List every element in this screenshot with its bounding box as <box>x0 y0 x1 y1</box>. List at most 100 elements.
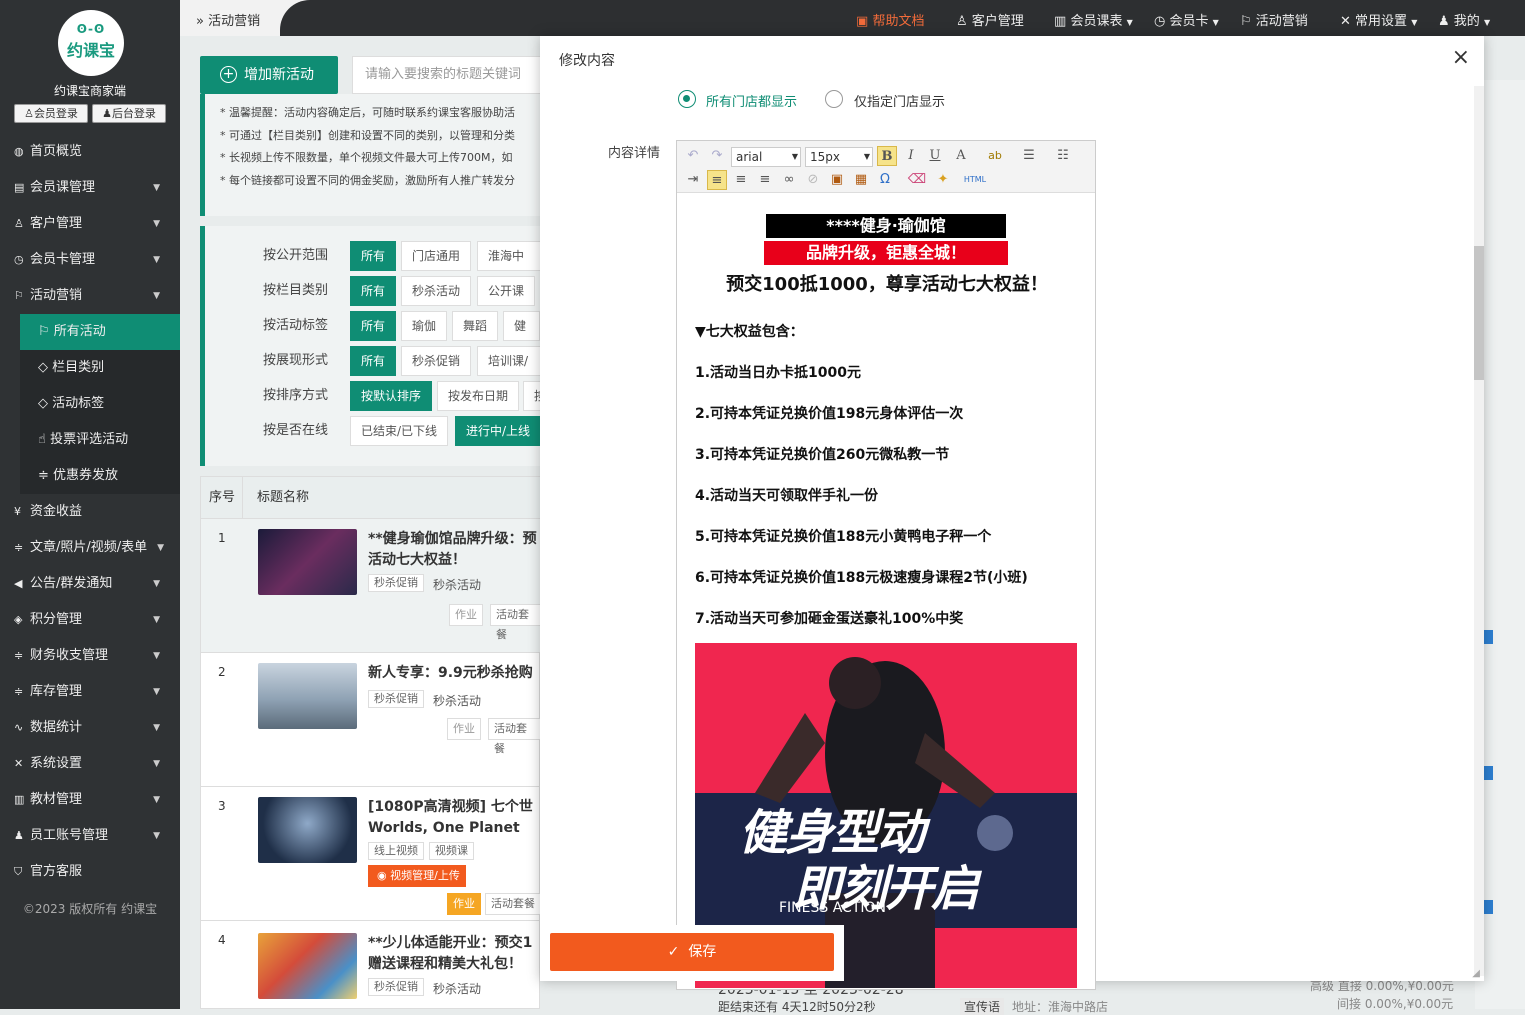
filter-chip[interactable]: 淮海中路店 <box>477 241 545 271</box>
top-customers-link[interactable]: ♙ 客户管理 <box>956 10 1024 29</box>
nav-points[interactable]: ◈ 积分管理 ▼ <box>0 602 180 638</box>
font-family-select[interactable]: arial ▼ <box>731 147 801 167</box>
image-icon[interactable]: ▣ <box>827 170 847 190</box>
subnav-vote[interactable]: ☝ 投票评选活动 <box>20 422 180 458</box>
row-title-line2[interactable]: 活动七大权益！ <box>368 550 543 571</box>
homework-button[interactable]: 作业 <box>447 718 481 740</box>
filter-chip[interactable]: 舞蹈 <box>452 311 499 341</box>
homework-button[interactable]: 作业 <box>449 604 483 626</box>
nav-inventory[interactable]: ≑ 库存管理 ▼ <box>0 674 180 710</box>
modal-scrollbar[interactable] <box>1474 86 1484 976</box>
nav-stats[interactable]: ∿ 数据统计 ▼ <box>0 710 180 746</box>
top-cards-menu[interactable]: ◷ 会员卡 ▼ <box>1154 10 1219 29</box>
top-courses-menu[interactable]: ▥ 会员课表 ▼ <box>1054 10 1133 29</box>
align-right-icon[interactable]: ≡ <box>755 170 775 190</box>
highlight-icon[interactable]: ab <box>985 146 1005 166</box>
radio-all-stores[interactable] <box>678 90 696 108</box>
help-docs-link[interactable]: ▣ 帮助文档 <box>856 10 924 29</box>
top-marketing-link[interactable]: ⚐ 活动营销 <box>1240 10 1308 29</box>
unlink-icon[interactable]: ⊘ <box>803 170 823 190</box>
top-settings-menu[interactable]: ✕ 常用设置 ▼ <box>1340 10 1417 29</box>
activity-thumbnail[interactable] <box>258 529 357 595</box>
member-login-button[interactable]: ♙会员登录 <box>14 104 88 123</box>
ordered-list-icon[interactable]: ☰ <box>1019 146 1039 166</box>
resize-handle-icon[interactable]: ◢ <box>1472 968 1480 979</box>
add-activity-button[interactable]: + 增加新活动 <box>200 56 338 94</box>
subnav-tags[interactable]: ◇ 活动标签 <box>20 386 180 422</box>
nav-support[interactable]: ⛉ 官方客服 <box>0 854 180 890</box>
radio-some-stores[interactable] <box>825 90 843 108</box>
row-title[interactable]: **健身瑜伽馆品牌升级：预 <box>368 529 543 550</box>
nav-finance[interactable]: ≑ 财务收支管理 ▼ <box>0 638 180 674</box>
radio-some-stores-label[interactable]: 仅指定门店显示 <box>854 91 945 110</box>
nav-staff[interactable]: ♟ 员工账号管理 ▼ <box>0 818 180 854</box>
unordered-list-icon[interactable]: ☷ <box>1053 146 1073 166</box>
table-row[interactable]: 3 [1080P高清视频] 七个世 Worlds, One Planet 线上视… <box>201 787 541 921</box>
nav-marketing[interactable]: ⚐ 活动营销 ▼ <box>0 278 180 314</box>
radio-all-stores-label[interactable]: 所有门店都显示 <box>706 91 797 110</box>
table-row[interactable]: 4 **少儿体适能开业：预交1 赠送课程和精美大礼包！ 秒杀促销 秒杀活动 <box>201 921 541 1011</box>
redo-icon[interactable]: ↷ <box>707 146 727 166</box>
close-icon[interactable]: × <box>1452 46 1470 70</box>
package-button[interactable]: 活动套餐 <box>488 718 541 755</box>
scrollbar-thumb[interactable] <box>1474 246 1484 380</box>
top-me-menu[interactable]: ♟ 我的 ▼ <box>1438 10 1490 29</box>
save-button[interactable]: ✓ 保存 <box>550 933 834 971</box>
filter-chip[interactable]: 进行中/上线中 <box>455 416 545 446</box>
eraser-icon[interactable]: ⌫ <box>907 170 927 190</box>
filter-chip[interactable]: 公开课 <box>477 276 536 306</box>
activity-thumbnail[interactable] <box>258 663 357 729</box>
italic-icon[interactable]: I <box>901 146 921 166</box>
link-icon[interactable]: ∞ <box>779 170 799 190</box>
video-manage-button[interactable]: ◉ 视频管理/上传 <box>368 865 466 887</box>
filter-chip[interactable]: 所有 <box>350 241 397 271</box>
gallery-icon[interactable]: ▦ <box>851 170 871 190</box>
underline-icon[interactable]: U <box>925 146 945 166</box>
filter-chip[interactable]: 所有 <box>350 346 397 376</box>
filter-chip[interactable]: 培训课/工 <box>477 346 545 376</box>
homework-button[interactable]: 作业 <box>447 893 481 915</box>
row-title[interactable]: 新人专享：9.9元秒杀抢购 <box>368 663 543 684</box>
filter-chip[interactable]: 门店通用 <box>401 241 472 271</box>
row-title-line2[interactable]: Worlds, One Planet <box>368 818 543 839</box>
table-row[interactable]: 1 **健身瑜伽馆品牌升级：预 活动七大权益！ 秒杀促销 秒杀活动 作业 活动套… <box>201 519 541 653</box>
subnav-all-activities[interactable]: ⚐ 所有活动 <box>20 314 180 350</box>
nav-articles[interactable]: ≑ 文章/照片/视频/表单 ▼ <box>0 530 180 566</box>
admin-login-button[interactable]: ♟后台登录 <box>92 104 166 123</box>
align-center-icon[interactable]: ≡ <box>731 170 751 190</box>
filter-chip[interactable]: 健身 <box>503 311 540 361</box>
nav-member-course[interactable]: ▤ 会员课管理 ▼ <box>0 170 180 206</box>
format-painter-icon[interactable]: ✦ <box>933 170 953 190</box>
nav-materials[interactable]: ▥ 教材管理 ▼ <box>0 782 180 818</box>
activity-thumbnail[interactable] <box>258 797 357 863</box>
nav-customers[interactable]: ♙ 客户管理 ▼ <box>0 206 180 242</box>
subnav-coupons[interactable]: ≑ 优惠券发放 <box>20 458 180 494</box>
package-button[interactable]: 活动套餐 <box>485 893 541 915</box>
filter-chip[interactable]: 瑜伽 <box>401 311 448 341</box>
nav-funds[interactable]: ¥ 资金收益 <box>0 494 180 530</box>
subnav-categories[interactable]: ◇ 栏目类别 <box>20 350 180 386</box>
row-title-line2[interactable]: 赠送课程和精美大礼包！ <box>368 954 543 975</box>
row-title[interactable]: **少儿体适能开业：预交1 <box>368 933 543 954</box>
html-source-icon[interactable]: HTML <box>961 170 989 190</box>
indent-icon[interactable]: ⇥ <box>683 170 703 190</box>
filter-chip[interactable]: 所有 <box>350 276 397 306</box>
rich-text-editor[interactable]: ↶ ↷ arial ▼ 15px ▼ B I U A ab ☰ ☷ ⇥ ≡ ≡ ≡ … <box>676 140 1096 990</box>
filter-chip[interactable]: 所有 <box>350 311 397 341</box>
undo-icon[interactable]: ↶ <box>683 146 703 166</box>
bold-icon[interactable]: B <box>877 146 897 166</box>
row-title[interactable]: [1080P高清视频] 七个世 <box>368 797 543 818</box>
align-left-icon[interactable]: ≡ <box>707 170 727 190</box>
filter-chip[interactable]: 秒杀促销 <box>401 346 472 376</box>
activity-thumbnail[interactable] <box>258 933 357 999</box>
nav-notices[interactable]: ◀ 公告/群发通知 ▼ <box>0 566 180 602</box>
table-row[interactable]: 2 新人专享：9.9元秒杀抢购 秒杀促销 秒杀活动 作业 活动套餐 <box>201 653 541 787</box>
nav-member-card[interactable]: ◷ 会员卡管理 ▼ <box>0 242 180 278</box>
package-button[interactable]: 活动套餐 <box>490 604 541 641</box>
nav-system[interactable]: ✕ 系统设置 ▼ <box>0 746 180 782</box>
special-char-icon[interactable]: Ω <box>875 170 895 190</box>
search-input[interactable]: 请输入要搜索的标题关键词 <box>352 56 552 94</box>
font-color-icon[interactable]: A <box>951 146 971 166</box>
filter-chip[interactable]: 按默认排序 <box>350 381 433 411</box>
font-size-select[interactable]: 15px ▼ <box>805 147 873 167</box>
